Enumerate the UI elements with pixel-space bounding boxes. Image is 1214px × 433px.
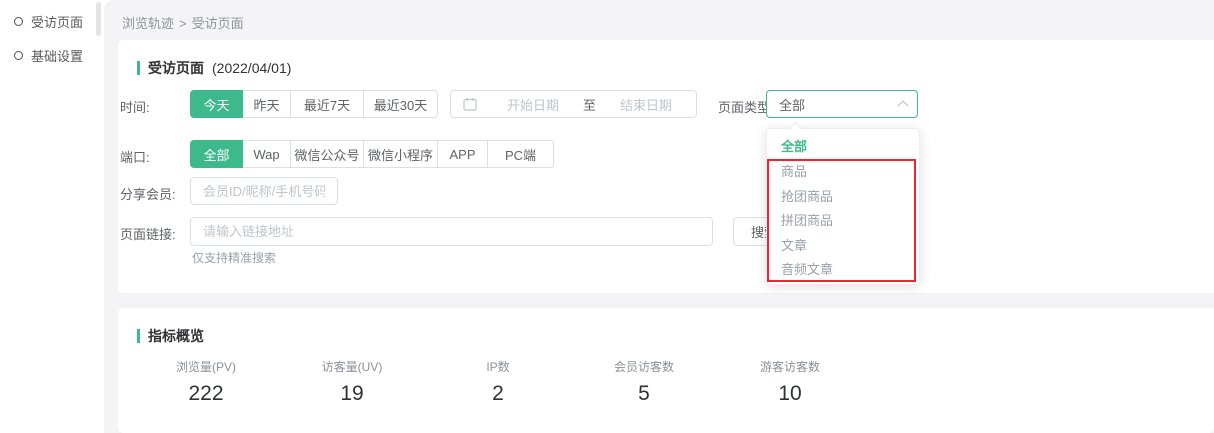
stat-label: 访客量(UV) (279, 358, 425, 375)
stat-guest-visitors: 游客访客数 10 (717, 358, 863, 406)
time-filter-yesterday[interactable]: 昨天 (243, 90, 291, 118)
stat-uv: 访客量(UV) 19 (279, 358, 425, 406)
port-filter-app[interactable]: APP (438, 140, 488, 168)
port-filter-label: 端口: (120, 147, 150, 166)
page-type-select[interactable]: 全部 (766, 90, 918, 118)
share-member-label: 分享会员: (120, 184, 176, 203)
time-filter-last7days[interactable]: 最近7天 (291, 90, 364, 118)
breadcrumb-link-browse-track[interactable]: 浏览轨迹 (122, 16, 174, 31)
page-link-label: 页面链接: (120, 224, 176, 243)
stat-value: 2 (425, 382, 571, 406)
stat-label: 会员访客数 (571, 358, 717, 375)
breadcrumb: 浏览轨迹 > 受访页面 (122, 13, 244, 32)
page-type-option-article[interactable]: 文章 (767, 234, 919, 259)
title-accent-bar (137, 61, 140, 75)
stat-ip-count: IP数 2 (425, 358, 571, 406)
stat-label: 游客访客数 (717, 358, 863, 375)
filter-panel-title: 受访页面 (2022/04/01) (137, 60, 291, 76)
page-type-option-all[interactable]: 全部 (767, 134, 919, 160)
page-type-option-group-buy-goods[interactable]: 拼团商品 (767, 209, 919, 234)
title-accent-bar (137, 329, 140, 343)
sidebar: 受访页面 基础设置 (0, 0, 104, 433)
stat-member-visitors: 会员访客数 5 (571, 358, 717, 406)
page-type-option-goods[interactable]: 商品 (767, 160, 919, 185)
calendar-icon (463, 97, 477, 111)
sidebar-item-visited-pages[interactable]: 受访页面 (14, 12, 83, 31)
start-date-placeholder[interactable]: 开始日期 (483, 95, 583, 114)
circle-icon (14, 51, 23, 60)
stat-value: 222 (133, 382, 279, 406)
breadcrumb-separator: > (179, 16, 187, 31)
time-filter-last30days[interactable]: 最近30天 (364, 90, 438, 118)
time-filter-label: 时间: (120, 97, 150, 116)
sidebar-item-basic-settings[interactable]: 基础设置 (14, 46, 83, 65)
port-filter-pc[interactable]: PC端 (488, 140, 554, 168)
date-range-separator: 至 (583, 95, 596, 114)
metrics-panel-title: 指标概览 (137, 328, 204, 344)
stat-value: 10 (717, 382, 863, 406)
stat-label: IP数 (425, 358, 571, 375)
date-range-picker[interactable]: 开始日期 至 结束日期 (450, 90, 697, 118)
chevron-up-icon (897, 100, 908, 111)
port-filter-wap[interactable]: Wap (243, 140, 291, 168)
page-link-input[interactable] (190, 217, 713, 246)
port-filter-group: 全部 Wap 微信公众号 微信小程序 APP PC端 (190, 140, 554, 168)
stat-value: 5 (571, 382, 717, 406)
port-filter-wechat-official[interactable]: 微信公众号 (291, 140, 364, 168)
port-filter-all[interactable]: 全部 (190, 140, 243, 168)
page-type-select-value: 全部 (779, 95, 805, 114)
stat-value: 19 (279, 382, 425, 406)
circle-icon (14, 17, 23, 26)
search-hint-text: 仅支持精准搜索 (192, 249, 276, 266)
page-type-option-rush-group-goods[interactable]: 抢团商品 (767, 185, 919, 210)
port-filter-wechat-miniprogram[interactable]: 微信小程序 (364, 140, 438, 168)
time-filter-group: 今天 昨天 最近7天 最近30天 (190, 90, 438, 118)
time-filter-today[interactable]: 今天 (190, 90, 243, 118)
panel-title-date: (2022/04/01) (212, 60, 291, 76)
panel-title-text: 指标概览 (148, 326, 204, 346)
stat-label: 浏览量(PV) (133, 358, 279, 375)
page-type-dropdown: 全部 商品 抢团商品 拼团商品 文章 音频文章 (766, 128, 920, 285)
page-type-option-audio-article[interactable]: 音频文章 (767, 258, 919, 283)
end-date-placeholder[interactable]: 结束日期 (596, 95, 696, 114)
stat-pv: 浏览量(PV) 222 (133, 358, 279, 406)
breadcrumb-current-page: 受访页面 (192, 16, 244, 31)
sidebar-item-label: 受访页面 (31, 12, 83, 31)
panel-title-text: 受访页面 (148, 58, 204, 78)
sidebar-item-label: 基础设置 (31, 46, 83, 65)
share-member-input[interactable] (190, 177, 338, 205)
sidebar-scrollbar-thumb[interactable] (96, 2, 101, 36)
metrics-row: 浏览量(PV) 222 访客量(UV) 19 IP数 2 会员访客数 5 游客访… (133, 358, 863, 406)
